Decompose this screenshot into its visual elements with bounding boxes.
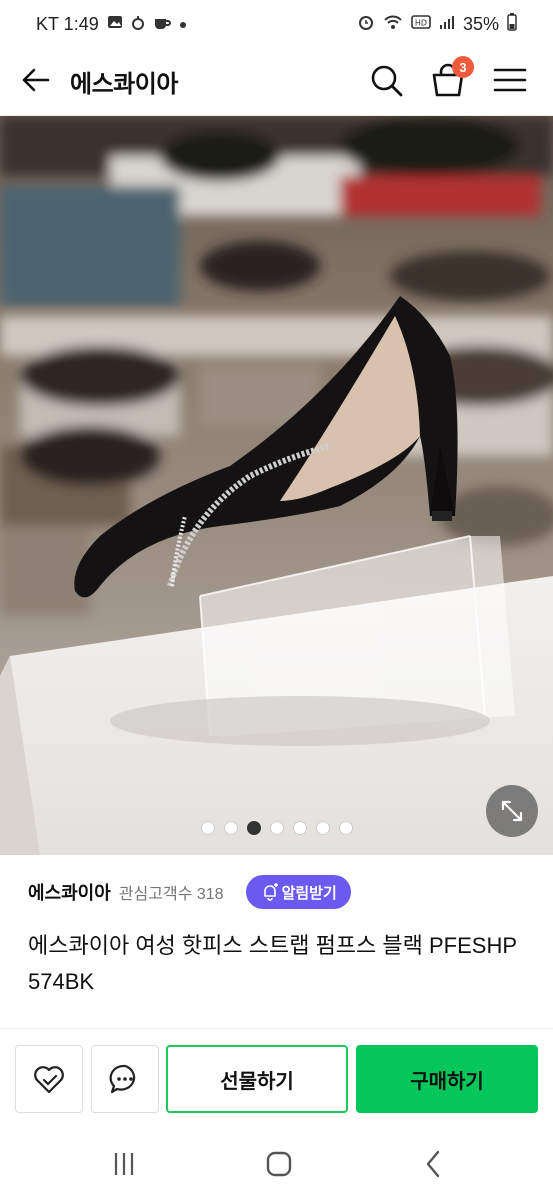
wifi-icon: [383, 14, 403, 34]
battery-icon: [507, 13, 517, 35]
top-app-bar: 에스콰이아 3: [0, 48, 553, 116]
gallery-notification-icon: [107, 14, 123, 34]
hamburger-menu-icon[interactable]: [490, 60, 530, 100]
carousel-dot-active[interactable]: [246, 821, 261, 835]
more-notifications-dot-icon: [179, 16, 187, 33]
status-bar: KT 1:49 HD 35%: [0, 0, 553, 48]
system-nav-bar: [0, 1124, 553, 1200]
product-title: 에스콰이아 여성 핫피스 스트랩 펌프스 블랙 PFESHP574BK: [28, 933, 518, 994]
recent-apps-icon[interactable]: [104, 1144, 144, 1184]
battery-percent: 35%: [462, 13, 499, 34]
wishlist-button[interactable]: [15, 1045, 83, 1113]
carousel-dots: [0, 821, 553, 835]
chat-inquiry-button[interactable]: [91, 1045, 159, 1113]
cart-count-badge: 3: [452, 56, 474, 78]
buy-button[interactable]: 구매하기: [356, 1045, 538, 1113]
hd-voice-icon: HD: [411, 14, 431, 34]
chat-bubble-icon: [109, 1064, 136, 1094]
gift-button[interactable]: 선물하기: [166, 1045, 348, 1113]
heart-check-icon: [34, 1066, 64, 1094]
carrier-time: KT 1:49: [36, 13, 99, 34]
purchase-action-bar: 선물하기 구매하기: [0, 1028, 553, 1124]
interest-count: 관심고객수 318: [118, 886, 224, 903]
carousel-dot[interactable]: [269, 821, 284, 835]
bell-plus-icon: [263, 883, 278, 901]
product-image-carousel[interactable]: [0, 116, 553, 855]
alarm-subscribe-button[interactable]: 알림받기: [245, 875, 351, 909]
back-arrow-icon[interactable]: [18, 62, 54, 98]
search-icon[interactable]: [366, 60, 406, 100]
home-icon[interactable]: [259, 1144, 299, 1184]
expand-icon: [501, 800, 523, 822]
app-notification-icon: [131, 14, 145, 34]
carousel-dot[interactable]: [200, 821, 215, 835]
coffee-notification-icon: [153, 14, 171, 34]
expand-image-button[interactable]: [486, 785, 538, 837]
alarm-subscribe-label: 알림받기: [281, 884, 337, 902]
carousel-dot[interactable]: [338, 821, 353, 835]
seller-name[interactable]: 에스콰이아: [28, 879, 111, 905]
carousel-dot[interactable]: [223, 821, 238, 835]
product-photo: [0, 116, 553, 855]
page-title: 에스콰이아: [70, 71, 178, 98]
back-nav-icon[interactable]: [414, 1144, 454, 1184]
alarm-icon: [357, 13, 375, 35]
carousel-dot[interactable]: [315, 821, 330, 835]
signal-icon: [439, 14, 455, 34]
seller-info: 에스콰이아 관심고객수 318 알림받기: [28, 872, 351, 912]
svg-text:HD: HD: [415, 19, 427, 28]
cart-button[interactable]: 3: [428, 56, 474, 100]
carousel-dot[interactable]: [292, 821, 307, 835]
